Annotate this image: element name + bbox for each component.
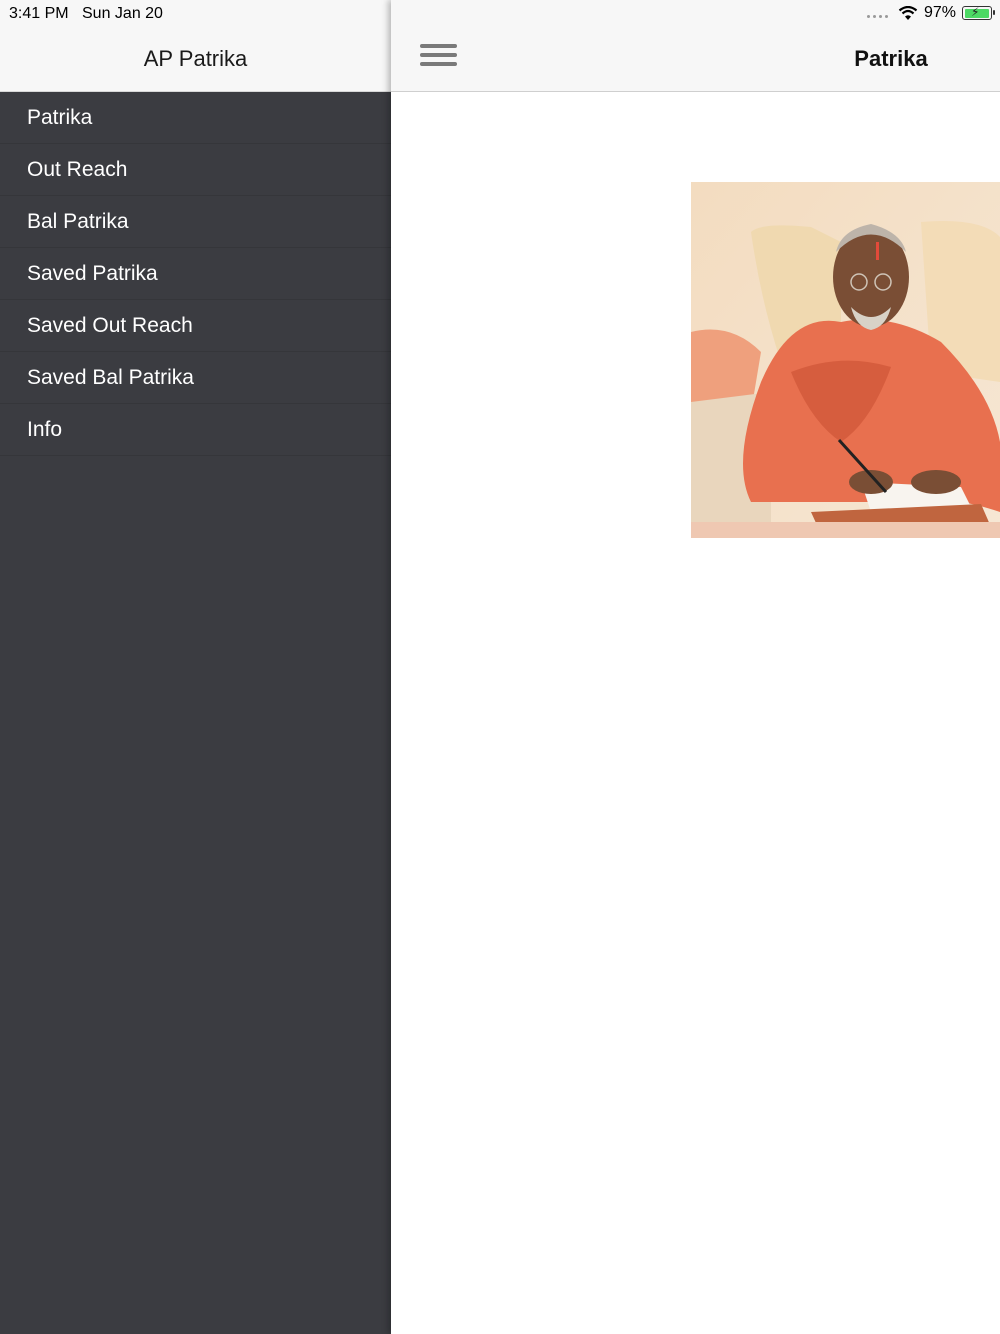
drawer-menu: Patrika Out Reach Bal Patrika Saved Patr… xyxy=(0,92,391,456)
hero-image xyxy=(691,182,1000,538)
battery-percent: 97% xyxy=(923,4,956,21)
status-indicators: 97% ⚡ xyxy=(866,4,995,22)
wifi-icon xyxy=(898,5,918,20)
menu-item-bal-patrika[interactable]: Bal Patrika xyxy=(0,196,391,248)
menu-item-saved-out-reach[interactable]: Saved Out Reach xyxy=(0,300,391,352)
menu-item-out-reach[interactable]: Out Reach xyxy=(0,144,391,196)
side-drawer: AP Patrika Patrika Out Reach Bal Patrika… xyxy=(0,0,391,1334)
monk-writing-photo xyxy=(691,182,1000,538)
battery-charging-icon: ⚡ xyxy=(962,5,995,20)
page-title: Patrika xyxy=(854,46,928,71)
status-bar: 3:41 PM Sun Jan 20 97% ⚡ xyxy=(0,0,1000,28)
menu-item-saved-patrika[interactable]: Saved Patrika xyxy=(0,248,391,300)
menu-item-saved-bal-patrika[interactable]: Saved Bal Patrika xyxy=(0,352,391,404)
main-panel: Patrika xyxy=(391,0,1000,1334)
drawer-title: AP Patrika xyxy=(143,46,248,71)
hamburger-menu-icon[interactable] xyxy=(420,44,457,70)
status-time: 3:41 PM xyxy=(9,5,69,22)
menu-item-info[interactable]: Info xyxy=(0,404,391,456)
menu-item-patrika[interactable]: Patrika xyxy=(0,92,391,144)
cellular-signal-icon xyxy=(866,14,888,18)
status-date: Sun Jan 20 xyxy=(82,5,163,22)
